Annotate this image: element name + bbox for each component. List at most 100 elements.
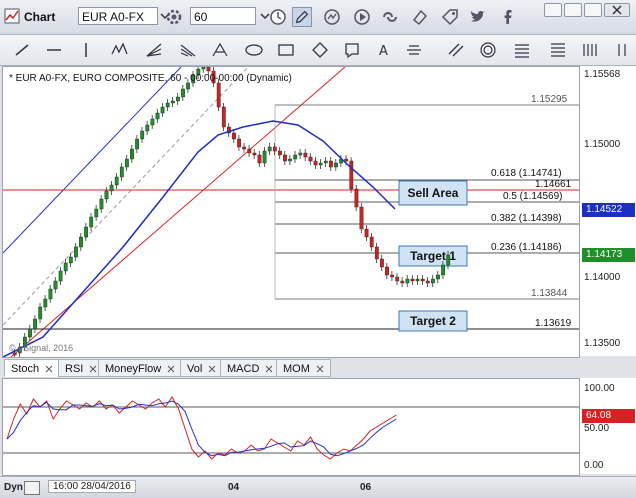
stoch-k-line[interactable] (6, 396, 397, 460)
ma-price-tag: 1.14522 (582, 203, 635, 217)
price-label: 1.15568 (584, 69, 621, 80)
link-icon[interactable] (380, 7, 400, 27)
facebook-icon[interactable] (498, 7, 518, 27)
close-icon[interactable] (89, 365, 97, 373)
candle (415, 278, 420, 282)
drawing-toolbar: A (0, 35, 636, 66)
candle (400, 280, 405, 284)
candle (369, 236, 374, 248)
close-icon[interactable] (265, 365, 273, 373)
rectangle-tool-icon[interactable] (276, 40, 296, 60)
candle (73, 246, 78, 258)
candle (206, 67, 211, 72)
candle (135, 138, 139, 150)
price-label: 1.14000 (584, 272, 621, 283)
time-tick: 06 (360, 482, 372, 493)
tab-mom[interactable]: MOM (276, 359, 331, 377)
tab-macd[interactable]: MACD (220, 359, 281, 377)
cycle-tool-icon[interactable] (404, 40, 424, 60)
candle (28, 328, 32, 338)
candle (278, 150, 282, 156)
channel-mid-line[interactable] (3, 67, 249, 326)
draw-pencil-icon[interactable] (292, 7, 312, 27)
candle (175, 96, 180, 102)
candle (43, 298, 48, 308)
horizontal-line-tool-icon[interactable] (44, 40, 64, 60)
price-axis[interactable]: 1.15568 1.15000 1.14522 1.14173 1.14000 … (579, 66, 636, 356)
candle (160, 106, 165, 114)
tab-stoch[interactable]: Stoch (4, 359, 61, 377)
current-price-tag: 1.14173 (582, 248, 635, 262)
candle (232, 132, 236, 140)
stoch-d-line[interactable] (6, 400, 397, 457)
fib-50-label: 0.5 (1.14569) (503, 191, 563, 202)
fib-extension-tool-icon[interactable] (548, 40, 568, 60)
diamond-tool-icon[interactable] (310, 40, 330, 60)
gann-tool-icon[interactable] (580, 40, 600, 60)
tab-vol[interactable]: Vol (180, 359, 224, 377)
window-restore-button[interactable] (544, 3, 562, 17)
more-tools-icon[interactable] (612, 40, 632, 60)
candle (288, 158, 292, 162)
eraser-icon[interactable] (410, 7, 430, 27)
tab-label: MoneyFlow (105, 363, 162, 375)
candle (283, 154, 287, 162)
pitchfork-tool-icon[interactable] (210, 40, 230, 60)
candle (89, 216, 94, 228)
interval-input[interactable]: 60 (190, 7, 256, 25)
fib-fan-tool-icon[interactable] (144, 40, 164, 60)
stochastic-panel[interactable] (2, 378, 580, 476)
candle (334, 162, 338, 168)
candle (170, 100, 175, 104)
trend-line[interactable] (10, 67, 346, 357)
price-chart[interactable]: * EUR A0-FX, EURO COMPOSITE, 60 - 00:00-… (2, 66, 580, 358)
window-maximize-button[interactable] (584, 3, 602, 17)
tab-label: MACD (227, 363, 260, 375)
close-icon[interactable] (208, 365, 216, 373)
elliott-wave-tool-icon[interactable] (110, 40, 130, 60)
candle (104, 190, 109, 200)
close-icon[interactable] (167, 365, 175, 373)
close-icon[interactable] (45, 365, 53, 373)
osc-value-tag: 64.08 (582, 409, 635, 423)
scroll-left-button[interactable] (24, 481, 40, 495)
twitter-icon[interactable] (468, 7, 488, 27)
moving-average-line[interactable] (3, 120, 396, 357)
cursor-datetime: 16:00 28/04/2016 (48, 480, 136, 493)
vertical-line-tool-icon[interactable] (76, 40, 96, 60)
target-tool-icon[interactable] (478, 40, 498, 60)
watermark: © eSignal, 2016 (9, 343, 74, 353)
target2-label: Target 2 (410, 314, 456, 328)
candle (431, 278, 435, 284)
annotation-tool-icon[interactable]: A (374, 40, 394, 60)
candle (303, 152, 308, 158)
candle (124, 158, 129, 168)
ellipse-tool-icon[interactable] (244, 40, 264, 60)
candle (420, 278, 425, 282)
settings-gear-icon[interactable] (164, 7, 184, 27)
candle (63, 262, 68, 272)
tag-icon[interactable] (440, 7, 460, 27)
parallel-channel-tool-icon[interactable] (446, 40, 466, 60)
trendline-tool-icon[interactable] (12, 40, 32, 60)
chart-style-icon[interactable] (322, 7, 342, 27)
dyn-mode-label[interactable]: Dyn (4, 482, 23, 493)
candle (94, 208, 99, 218)
candle (293, 154, 298, 160)
window-close-button[interactable] (604, 3, 630, 17)
play-icon[interactable] (352, 7, 372, 27)
tab-moneyflow[interactable]: MoneyFlow (98, 359, 183, 377)
close-icon[interactable] (316, 365, 324, 373)
fib-top-value: 1.15295 (531, 94, 568, 105)
text-tool-icon[interactable] (342, 40, 362, 60)
price-label: 1.13500 (584, 338, 621, 349)
indicator-tabbar: Stoch RSI MoneyFlow Vol MACD MOM (2, 358, 636, 378)
candle (252, 152, 257, 156)
price-chart-canvas (3, 67, 579, 357)
clock-icon[interactable] (268, 7, 288, 27)
fib-arc-tool-icon[interactable] (178, 40, 198, 60)
fib-retracement-tool-icon[interactable] (512, 40, 532, 60)
symbol-input[interactable]: EUR A0-FX (78, 7, 158, 25)
candle (380, 258, 384, 268)
window-minimize-button[interactable] (564, 3, 582, 17)
